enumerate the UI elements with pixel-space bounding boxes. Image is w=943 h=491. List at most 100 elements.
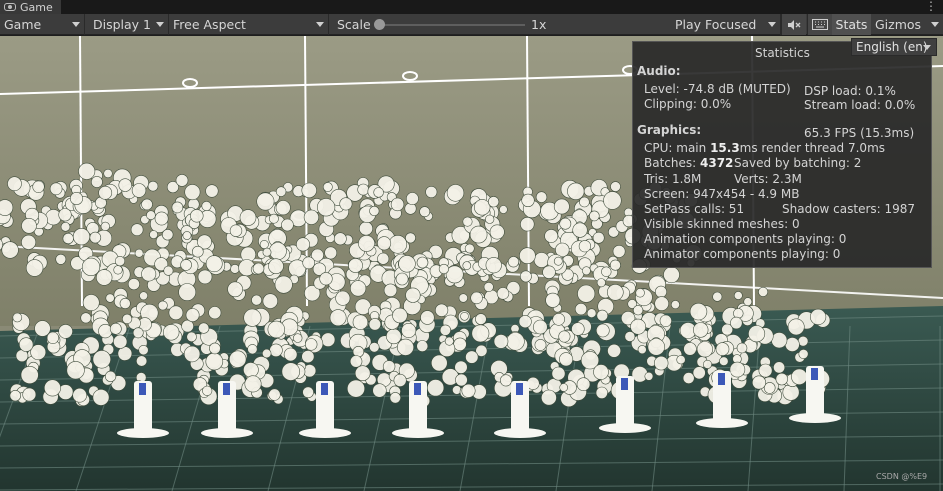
play-mode-dropdown[interactable]: Play Focused <box>671 14 781 35</box>
particle <box>392 307 408 324</box>
particle <box>267 320 285 339</box>
particle <box>229 224 243 237</box>
particle <box>118 178 132 192</box>
particle <box>163 265 174 276</box>
particle <box>696 341 714 358</box>
aspect-dropdown[interactable]: Free Aspect <box>169 14 329 35</box>
particle <box>659 314 672 327</box>
particle <box>553 256 563 266</box>
gizmos-dropdown[interactable]: Gizmos <box>871 14 943 35</box>
particle <box>205 255 223 273</box>
particle <box>377 252 390 265</box>
graphics-heading: Graphics: <box>637 123 702 137</box>
emitter-marker <box>321 383 328 395</box>
particle <box>499 374 512 387</box>
emitter-marker <box>718 373 725 385</box>
particle <box>32 180 45 193</box>
more-options-icon[interactable]: ⋮ <box>925 0 937 13</box>
particle <box>572 222 588 238</box>
display-dropdown[interactable]: Display 1 <box>89 14 169 35</box>
scale-slider-handle[interactable] <box>374 19 385 30</box>
chevron-down-icon <box>156 22 164 27</box>
particle <box>607 343 621 358</box>
particle <box>66 361 85 380</box>
particle <box>113 334 128 349</box>
particle <box>268 242 287 261</box>
statistics-panel: Statistics Audio: Level: -74.8 dB (MUTED… <box>632 41 932 268</box>
particle <box>446 184 465 202</box>
particle <box>201 201 212 212</box>
particle <box>654 285 667 298</box>
particle <box>489 224 505 240</box>
shadow-casters-readout: Shadow casters: 1987 <box>782 202 916 216</box>
particle <box>81 257 101 276</box>
particle <box>552 312 566 326</box>
particle <box>730 316 743 330</box>
particle <box>475 313 487 325</box>
chevron-down-icon <box>931 22 939 27</box>
particle <box>154 211 169 226</box>
particle <box>105 293 115 303</box>
particle <box>109 322 122 335</box>
game-dropdown[interactable]: Game <box>0 14 85 35</box>
particle <box>545 292 561 308</box>
particle <box>534 339 547 351</box>
language-dropdown[interactable]: English (en) <box>851 38 937 56</box>
particle <box>175 174 189 187</box>
keyboard-button[interactable] <box>807 14 832 35</box>
fps-readout: 65.3 FPS (15.3ms) <box>804 126 915 140</box>
particle <box>72 387 87 403</box>
particle <box>19 337 34 352</box>
particle <box>535 191 548 203</box>
particle <box>229 350 247 368</box>
particle <box>230 264 240 274</box>
particle <box>593 364 609 380</box>
particle <box>25 259 44 277</box>
particle <box>138 345 149 356</box>
particle <box>507 256 520 268</box>
particle <box>134 248 144 258</box>
particle <box>401 322 417 338</box>
particle <box>692 322 709 338</box>
screen-readout: Screen: 947x454 - 4.9 MB <box>644 187 800 201</box>
stats-toggle-button[interactable]: Stats <box>832 14 871 35</box>
particle <box>736 342 748 354</box>
audio-clipping: Clipping: 0.0% <box>644 97 732 111</box>
particle <box>262 293 278 309</box>
scale-slider-track[interactable] <box>379 24 525 26</box>
particle <box>34 320 51 337</box>
particle <box>758 363 773 378</box>
particle <box>488 196 500 208</box>
particle <box>78 162 96 180</box>
particle <box>733 291 743 300</box>
particle <box>208 306 222 320</box>
particle <box>499 205 508 214</box>
particle <box>348 258 363 273</box>
particle <box>146 210 156 220</box>
particle <box>389 392 401 404</box>
particle <box>425 186 438 199</box>
particle <box>388 235 408 254</box>
particle <box>383 283 398 298</box>
cpu-suffix: ms render thread 7.0ms <box>739 141 886 155</box>
particle <box>612 244 626 258</box>
particle <box>205 184 219 198</box>
particle <box>368 318 382 331</box>
particle <box>729 361 746 378</box>
mute-audio-button[interactable] <box>781 14 806 35</box>
particle <box>493 334 509 349</box>
particle <box>303 209 320 225</box>
particle <box>92 388 110 406</box>
tab-game[interactable]: Game <box>0 0 61 14</box>
emitter-marker <box>811 368 818 380</box>
particle <box>596 278 606 288</box>
particle <box>559 217 572 230</box>
chevron-down-icon <box>768 22 776 27</box>
particle <box>319 272 333 286</box>
particle <box>183 345 201 363</box>
saved-by-batching: Saved by batching: 2 <box>734 156 862 170</box>
particle <box>293 333 303 343</box>
setpass-readout: SetPass calls: 51 <box>644 202 745 216</box>
particle <box>462 261 472 270</box>
cpu-main-value: 15.3 <box>710 141 740 155</box>
